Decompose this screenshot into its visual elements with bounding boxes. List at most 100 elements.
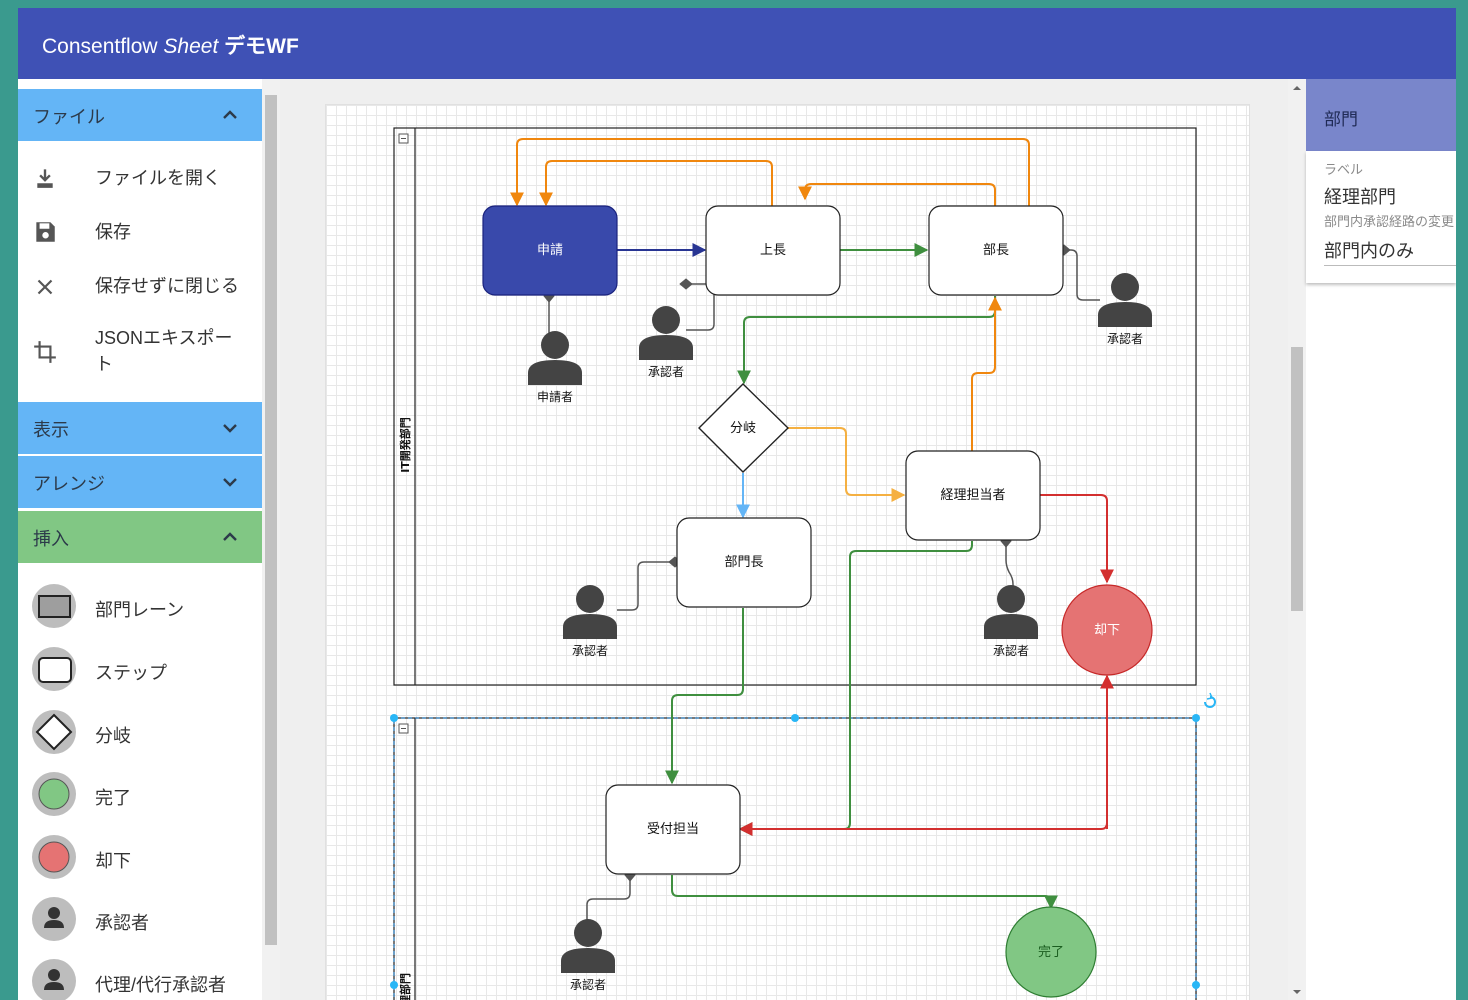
sidebar: ファイル ファイルを開く 保存 保存せずに閉じる JSONエキスポー ト 表示 … [18,79,262,1000]
lane-accounting-label: 経理部門 [398,973,412,1000]
sidebar-scrollbar-thumb[interactable] [265,95,277,945]
insert-complete-item[interactable]: 完了 [18,770,262,818]
chevron-up-icon [223,110,237,119]
view-section-label: 表示 [33,420,69,440]
route-select-underline [1324,265,1456,266]
node-reject-label: 却下 [1094,623,1120,638]
insert-proxy-approver-item[interactable]: 代理/代行承認者 [18,957,262,1000]
chevron-up-icon [223,532,237,541]
insert-branch-label: 分岐 [95,726,131,746]
node-dept-head[interactable]: 部長 [928,205,1064,296]
diagram-paper[interactable]: IT開発部門 経理部門 申請 上長 部長 分岐 経理担当者 部門長 却下 受付担… [325,104,1250,1000]
workflow-diagram[interactable]: IT開発部門 経理部門 申請 上長 部長 分岐 経理担当者 部門長 却下 受付担… [326,105,1249,1000]
app-title-plain: Consentflow [42,35,164,58]
actor-approver-dept-head-label: 承認者 [1107,331,1143,346]
view-section-header[interactable]: 表示 [18,402,262,455]
selection-handle[interactable] [390,981,398,989]
node-reject[interactable]: 却下 [1061,584,1153,676]
node-reception[interactable]: 受付担当 [605,784,741,875]
canvas-scrollbar[interactable] [1288,79,1306,1000]
insert-approver-label: 承認者 [95,913,149,933]
person-icon [32,959,76,1000]
close-without-save-label: 保存せずに閉じる [95,276,239,296]
node-branch-label: 分岐 [730,421,756,436]
actor-approver-section-head-label: 承認者 [572,643,608,658]
insert-lane-item[interactable]: 部門レーン [18,582,262,630]
step-shape-icon [32,647,76,691]
selection-handle[interactable] [1192,981,1200,989]
insert-approver-item[interactable]: 承認者 [18,895,262,943]
label-caption: ラベル [1324,163,1364,178]
actor-approver-reception[interactable]: 承認者 [561,919,615,992]
canvas-area[interactable]: IT開発部門 経理部門 申請 上長 部長 分岐 経理担当者 部門長 却下 受付担… [280,79,1288,1000]
label-field[interactable]: 経理部門 [1324,183,1396,209]
properties-panel: 部門 ラベル 経理部門 部門内承認経路の変更 部門内のみ [1306,79,1456,1000]
node-section-head[interactable]: 部門長 [676,517,812,608]
node-branch[interactable]: 分岐 [698,383,790,473]
node-apply[interactable]: 申請 [482,205,618,296]
actor-approver-section-head[interactable]: 承認者 [563,585,617,658]
node-accounting[interactable]: 経理担当者 [905,450,1041,541]
person-icon [32,897,76,941]
actor-applicant[interactable]: 申請者 [528,331,582,404]
insert-branch-item[interactable]: 分岐 [18,708,262,756]
file-section-label: ファイル [33,107,105,127]
chevron-down-icon [223,478,237,487]
selection-handle[interactable] [390,714,398,722]
json-export-label-1: JSONエキスポー [95,328,233,348]
insert-reject-item[interactable]: 却下 [18,833,262,881]
app-title-bold: デモWF [218,35,299,58]
node-complete-label: 完了 [1038,945,1064,960]
open-file-item[interactable]: ファイルを開く [18,159,262,199]
insert-step-label: ステップ [95,663,167,683]
open-file-label: ファイルを開く [95,168,221,188]
properties-card: ラベル 経理部門 部門内承認経路の変更 部門内のみ [1306,151,1456,283]
insert-step-item[interactable]: ステップ [18,645,262,693]
route-caption: 部門内承認経路の変更 [1324,215,1455,230]
close-without-save-item[interactable]: 保存せずに閉じる [18,266,262,306]
route-select[interactable]: 部門内のみ [1324,237,1414,263]
insert-section-header[interactable]: 挿入 [18,511,262,563]
arrange-section-header[interactable]: アレンジ [18,456,262,508]
node-apply-label: 申請 [537,243,563,258]
node-dept-head-label: 部長 [983,243,1009,258]
insert-reject-label: 却下 [95,851,131,871]
node-section-head-label: 部門長 [724,555,763,570]
node-boss[interactable]: 上長 [705,205,841,296]
scroll-down-icon[interactable] [1288,985,1306,999]
download-icon [37,169,53,188]
save-item[interactable]: 保存 [18,213,262,253]
json-export-label-2: ト [95,354,113,374]
app-window: Consentflow Sheet デモWF ファイル ファイルを開く 保存 保… [18,8,1456,1000]
selection-handle[interactable] [791,714,799,722]
actor-approver-reception-label: 承認者 [570,977,606,992]
insert-lane-label: 部門レーン [95,600,185,620]
file-section-header[interactable]: ファイル [18,89,262,141]
node-reception-label: 受付担当 [647,822,699,837]
insert-complete-label: 完了 [95,788,131,808]
actor-applicant-label: 申請者 [537,390,573,404]
actor-approver-accounting-label: 承認者 [993,643,1029,658]
scroll-up-icon[interactable] [1288,81,1306,95]
insert-proxy-approver-label: 代理/代行承認者 [95,975,227,995]
properties-header: 部門 [1306,79,1456,151]
lane-shape-icon [32,584,76,628]
complete-circle-icon [32,772,76,816]
crop-icon [34,341,56,363]
insert-section-label: 挿入 [33,529,69,549]
actor-approver-accounting[interactable]: 承認者 [984,585,1038,658]
json-export-item[interactable]: JSONエキスポー ト [18,319,262,379]
app-title-italic: Sheet [163,35,219,58]
app-bar: Consentflow Sheet デモWF [18,8,1456,79]
actor-approver-dept-head[interactable]: 承認者 [1098,273,1152,346]
properties-header-label: 部門 [1324,110,1358,130]
actor-approver-boss[interactable]: 承認者 [639,306,693,379]
selection-handle[interactable] [1192,714,1200,722]
close-icon [37,279,53,295]
canvas-scrollbar-thumb[interactable] [1291,347,1303,611]
app-title: Consentflow Sheet デモWF [42,30,299,60]
reject-circle-icon [32,835,76,879]
sidebar-scrollbar[interactable] [262,79,280,1000]
save-icon [36,222,55,242]
node-complete[interactable]: 完了 [1005,906,1097,998]
